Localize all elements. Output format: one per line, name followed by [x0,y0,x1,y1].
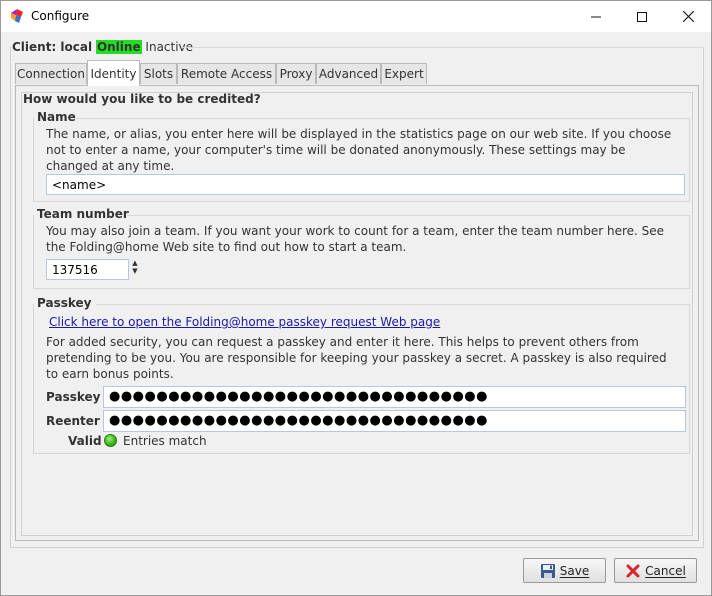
stepper-up-icon[interactable]: ▲ [132,259,137,267]
name-description: The name, or alias, you enter here will … [46,127,672,173]
minimize-icon [591,16,601,17]
title-bar: Configure [1,1,711,32]
passkey-label: Passkey [46,390,101,404]
minimize-button[interactable] [573,1,619,32]
save-button[interactable]: Save [523,558,606,583]
floppy-disk-icon [540,563,555,578]
stepper-down-icon[interactable]: ▼ [132,267,137,275]
valid-status-text: Entries match [123,434,207,448]
tab-identity[interactable]: Identity [87,60,140,86]
maximize-button[interactable] [619,1,665,32]
tab-expert[interactable]: Expert [381,63,427,84]
folding-at-home-logo-icon [11,9,23,23]
passkey-input[interactable]: ●●●●●●●●●●●●●●●●●●●●●●●●●●●●●●●● [103,386,686,408]
configure-window: Configure Client: local Online Inactive … [0,0,712,596]
team-number-stepper[interactable]: ▲ ▼ [130,259,140,275]
red-x-icon [626,564,640,577]
credit-heading: How would you like to be credited? [23,92,261,106]
tab-remote-access[interactable]: Remote Access [177,63,276,84]
team-description: You may also join a team. If you want yo… [46,224,665,254]
valid-label: Valid [68,434,102,448]
maximize-icon [637,11,647,22]
tab-connection[interactable]: Connection [15,63,87,84]
close-button[interactable] [665,1,711,32]
passkey-request-link[interactable]: Click here to open the Folding@home pass… [49,315,440,329]
save-button-label: Save [559,563,590,578]
tab-advanced[interactable]: Advanced [316,63,381,84]
reenter-passkey-input[interactable]: ●●●●●●●●●●●●●●●●●●●●●●●●●●●●●●●● [103,410,686,432]
window-title: Configure [31,9,90,23]
cancel-button[interactable]: Cancel [614,558,697,583]
valid-status-led-icon [104,434,117,447]
team-number-input[interactable] [46,259,129,280]
tab-slots[interactable]: Slots [140,63,177,84]
reenter-label: Reenter [46,414,100,428]
cancel-button-label: Cancel [645,563,686,578]
passkey-description: For added security, you can request a pa… [46,335,667,381]
close-icon [682,11,694,22]
name-input[interactable] [46,174,685,195]
tab-proxy[interactable]: Proxy [276,63,316,84]
